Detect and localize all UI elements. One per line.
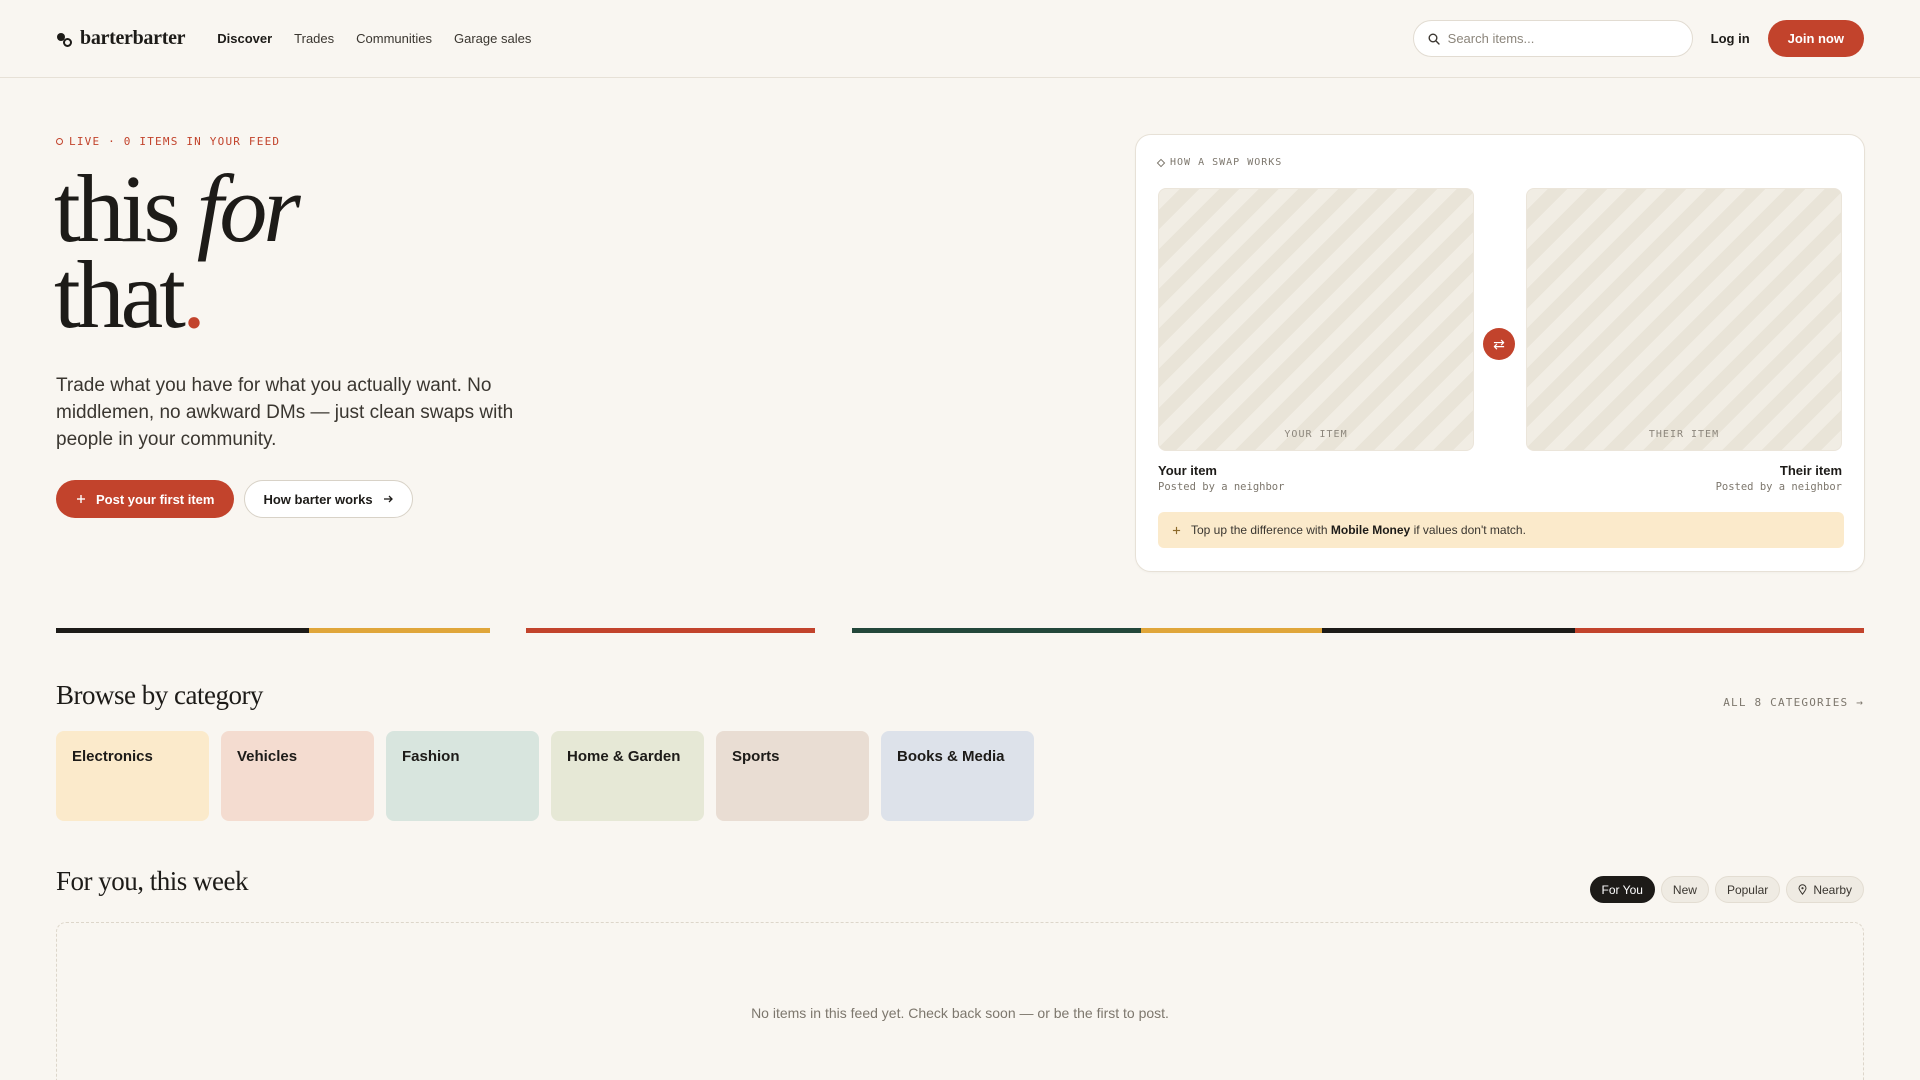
- plus-icon: [77, 495, 85, 503]
- category-home-garden[interactable]: Home & Garden: [551, 731, 704, 821]
- their-item-tile: THEIR ITEM: [1526, 188, 1842, 451]
- stripe-segment: [526, 628, 815, 633]
- hero-lede: Trade what you have for what you actuall…: [56, 375, 514, 450]
- topup-note: Top up the difference with Mobile Money …: [1158, 512, 1844, 548]
- category-label: Vehicles: [237, 748, 298, 765]
- how-barter-works-button[interactable]: How barter works: [244, 480, 413, 518]
- their-item-caption: THEIR ITEM: [1648, 429, 1720, 440]
- nav-link-garage-sales[interactable]: Garage sales: [454, 31, 531, 46]
- feed-empty-state: No items in this feed yet. Check back so…: [56, 922, 1864, 1080]
- swap-explainer-card: HOW A SWAP WORKS YOUR ITEM ⇄ THEIR ITEM …: [1135, 134, 1865, 572]
- login-link[interactable]: Log in: [1711, 31, 1750, 46]
- tab-nearby[interactable]: Nearby: [1786, 876, 1864, 903]
- their-item-sub: Posted by a neighbor: [1715, 481, 1842, 493]
- join-button[interactable]: Join now: [1767, 20, 1864, 57]
- feed-empty-text: No items in this feed yet. Check back so…: [751, 1005, 1169, 1021]
- headline-that: that: [54, 241, 186, 348]
- logo-mark-icon: [56, 30, 74, 48]
- categories-title: Browse by category: [56, 680, 263, 710]
- topup-post: if values don't match.: [1413, 523, 1526, 537]
- your-item-caption: YOUR ITEM: [1284, 429, 1348, 440]
- search-input[interactable]: [1447, 31, 1668, 46]
- top-nav: barterbarter Discover Trades Communities…: [0, 0, 1920, 78]
- arrow-right-icon: [383, 495, 393, 503]
- stripe-segment: [1141, 628, 1322, 633]
- swap-label-text: HOW A SWAP WORKS: [1170, 157, 1283, 168]
- hero-headline: this for that.: [54, 161, 301, 343]
- nav-link-discover[interactable]: Discover: [217, 31, 272, 46]
- category-label: Sports: [732, 748, 780, 765]
- category-label: Home & Garden: [567, 748, 681, 765]
- search-box[interactable]: [1412, 20, 1693, 57]
- nav-right: Log in Join now: [1412, 20, 1864, 57]
- location-pin-icon: [1798, 884, 1807, 895]
- live-status: LIVE · 0 ITEMS IN YOUR FEED: [56, 135, 280, 148]
- live-dot-icon: [56, 138, 63, 145]
- swap-arrows-icon: ⇄: [1483, 328, 1515, 360]
- category-fashion[interactable]: Fashion: [386, 731, 539, 821]
- headline-dot: .: [181, 241, 206, 348]
- headline-for: for: [196, 155, 301, 262]
- post-item-label: Post your first item: [96, 491, 215, 507]
- category-electronics[interactable]: Electronics: [56, 731, 209, 821]
- diamond-icon: [1156, 158, 1166, 167]
- swap-label: HOW A SWAP WORKS: [1156, 157, 1283, 168]
- category-sports[interactable]: Sports: [716, 731, 869, 821]
- feed-tabs: For You New Popular Nearby: [1589, 876, 1864, 903]
- tab-new[interactable]: New: [1660, 876, 1709, 903]
- category-list: Electronics Vehicles Fashion Home & Gard…: [56, 731, 1034, 821]
- topup-pre: Top up the difference with: [1191, 523, 1328, 537]
- category-vehicles[interactable]: Vehicles: [221, 731, 374, 821]
- how-barter-works-label: How barter works: [263, 491, 373, 507]
- stripe-segment: [56, 628, 309, 633]
- topup-text: Top up the difference with Mobile Money …: [1191, 523, 1526, 537]
- category-label: Electronics: [72, 748, 153, 765]
- your-item-tile: YOUR ITEM: [1158, 188, 1474, 451]
- all-categories-link[interactable]: ALL 8 CATEGORIES →: [1723, 696, 1864, 709]
- feed-title: For you, this week: [56, 866, 248, 896]
- stripe-segment: [309, 628, 490, 633]
- search-icon: [1428, 33, 1440, 45]
- tab-nearby-label: Nearby: [1813, 882, 1852, 897]
- category-label: Fashion: [402, 748, 460, 765]
- live-status-text: LIVE · 0 ITEMS IN YOUR FEED: [69, 135, 281, 148]
- topup-mobile-money: Mobile Money: [1330, 523, 1411, 537]
- nav-link-communities[interactable]: Communities: [356, 31, 432, 46]
- stripe-segment: [1575, 628, 1864, 633]
- category-books-media[interactable]: Books & Media: [881, 731, 1034, 821]
- nav-links: Discover Trades Communities Garage sales: [217, 31, 531, 46]
- logo-text: barterbarter: [80, 27, 186, 49]
- tab-for-you[interactable]: For You: [1589, 876, 1655, 903]
- stripe-segment: [1322, 628, 1575, 633]
- plus-icon: [1172, 526, 1181, 534]
- post-item-button[interactable]: Post your first item: [56, 480, 235, 518]
- logo[interactable]: barterbarter: [56, 27, 186, 50]
- your-item-title: Your item: [1158, 463, 1217, 478]
- nav-link-trades[interactable]: Trades: [294, 31, 334, 46]
- stripe-segment: [852, 628, 1141, 633]
- decorative-stripes: [56, 628, 1864, 633]
- their-item-title: Their item: [1779, 463, 1842, 478]
- category-label: Books & Media: [897, 748, 1005, 765]
- hero-cta-row: Post your first item How barter works: [56, 480, 413, 518]
- your-item-sub: Posted by a neighbor: [1158, 481, 1285, 493]
- tab-popular[interactable]: Popular: [1714, 876, 1781, 903]
